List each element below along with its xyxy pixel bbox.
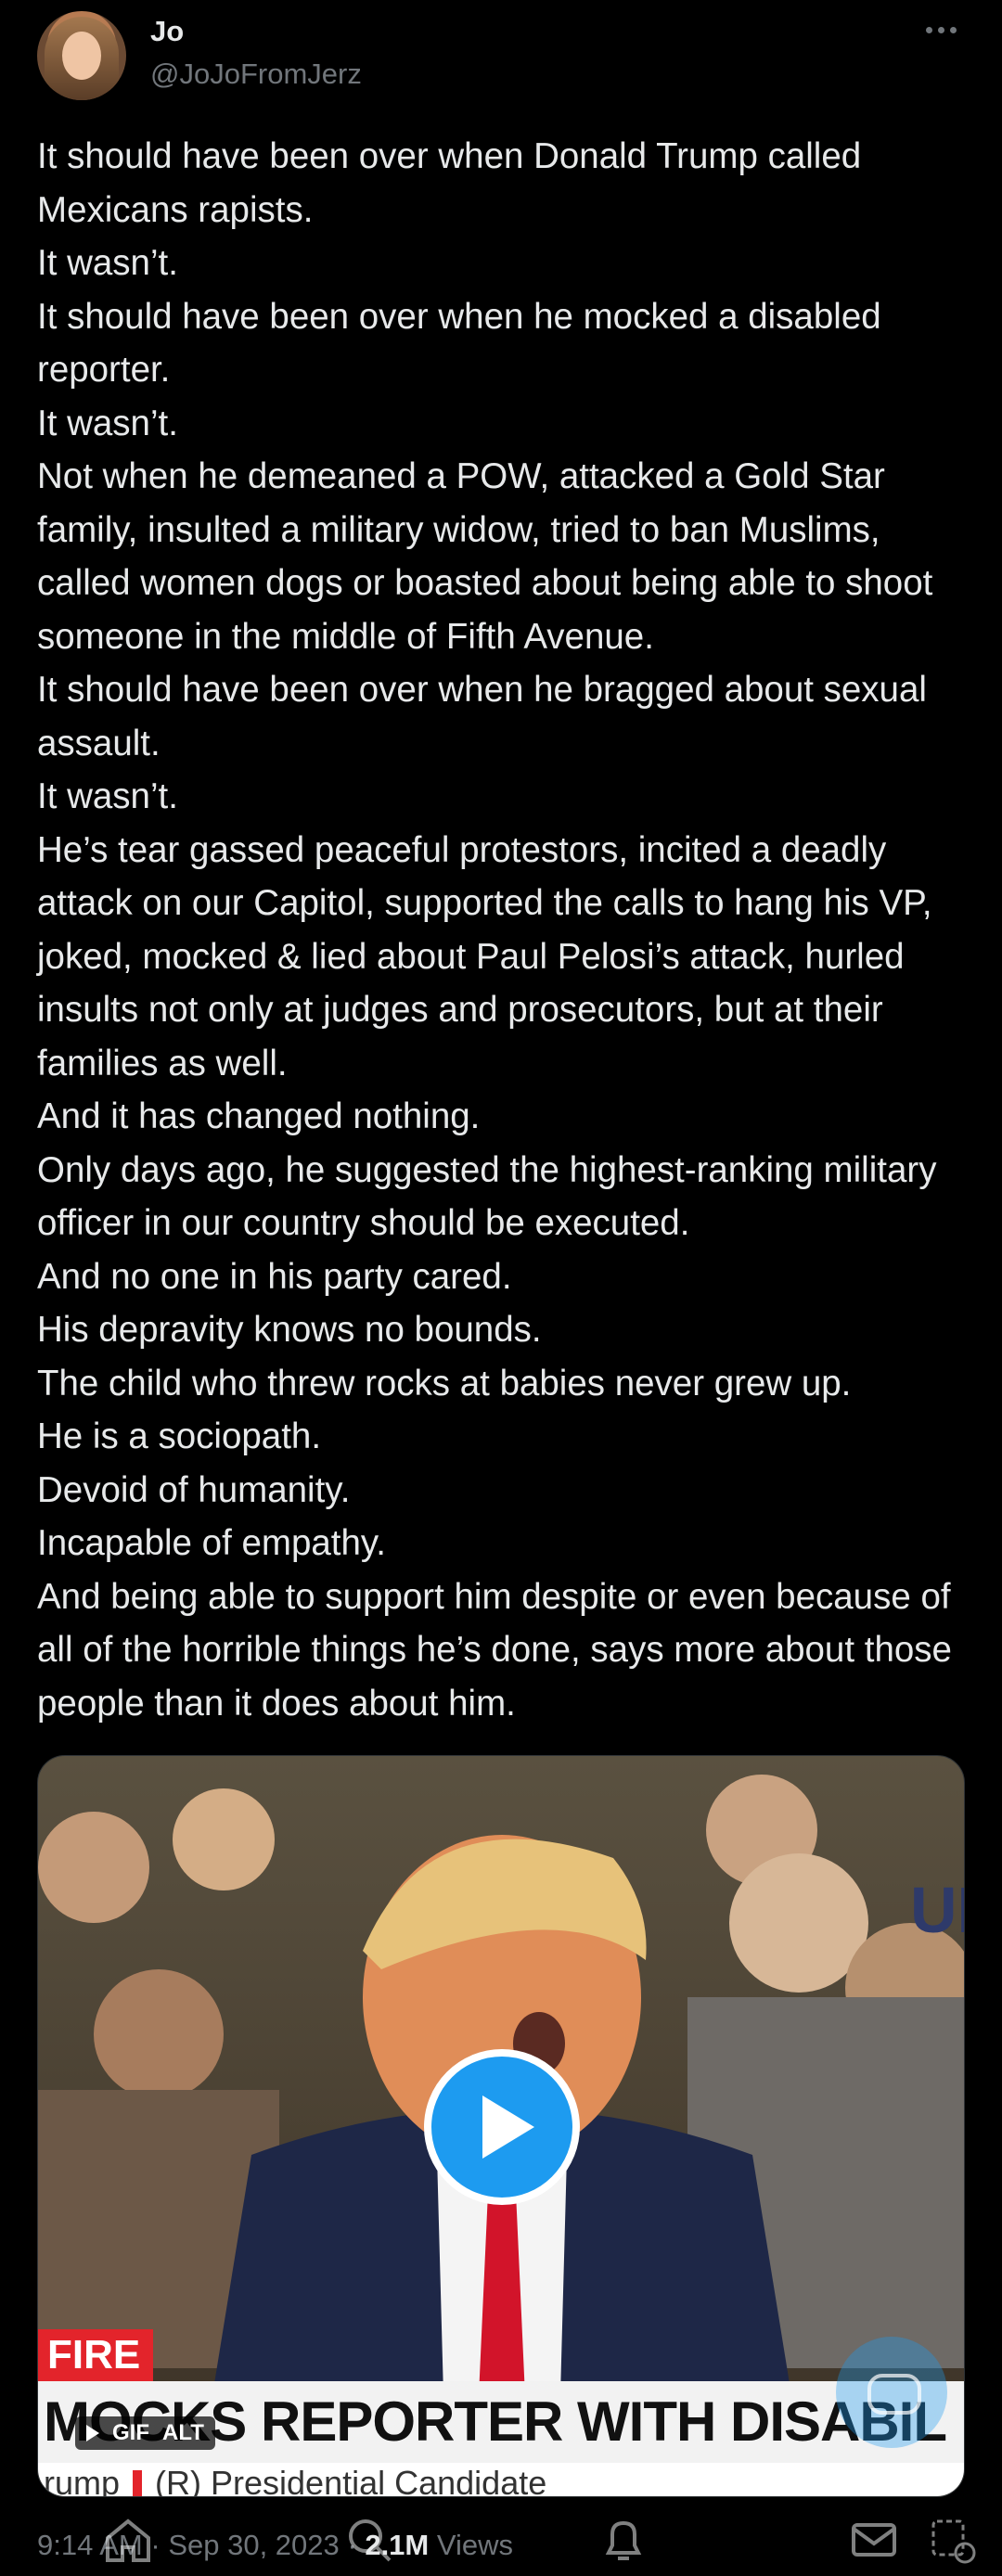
tweet-line: It wasn’t. bbox=[37, 403, 178, 443]
bottom-nav bbox=[0, 2505, 1002, 2576]
mail-icon[interactable] bbox=[846, 2512, 902, 2568]
gif-badge[interactable]: GIF ALT bbox=[75, 2416, 215, 2450]
tweet-line: The child who threw rocks at babies neve… bbox=[37, 1363, 852, 1403]
author-name[interactable]: Jo bbox=[150, 15, 184, 48]
news-subbanner: rump (R) Presidential Candidate bbox=[38, 2463, 964, 2497]
backdrop-letters: UM bbox=[910, 1874, 965, 1946]
home-icon[interactable] bbox=[100, 2512, 156, 2568]
gif-media[interactable]: UM FIRE MOCKS REPORTER WITH DISABIL rump… bbox=[37, 1755, 965, 2497]
floating-chat-button[interactable] bbox=[836, 2337, 947, 2448]
tweet-line: It should have been over when he mocked … bbox=[37, 296, 881, 391]
subbanner-left: rump bbox=[44, 2464, 121, 2497]
tweet-line: And being able to support him despite or… bbox=[37, 1576, 952, 1724]
avatar[interactable] bbox=[37, 11, 126, 100]
search-icon[interactable] bbox=[341, 2512, 397, 2568]
play-button[interactable] bbox=[424, 2049, 580, 2205]
news-fire-tag: FIRE bbox=[38, 2329, 154, 2381]
tweet-line: He’s tear gassed peaceful protestors, in… bbox=[37, 829, 932, 1083]
tweet-line: It should have been over when Donald Tru… bbox=[37, 136, 862, 230]
author-handle[interactable]: @JoJoFromJerz bbox=[150, 58, 362, 91]
tweet-header: Jo @JoJoFromJerz bbox=[0, 0, 1002, 121]
subbanner-divider bbox=[133, 2470, 143, 2496]
play-icon bbox=[86, 2425, 99, 2441]
tweet-line: Only days ago, he suggested the highest-… bbox=[37, 1149, 937, 1244]
tweet-line: It wasn’t. bbox=[37, 776, 178, 816]
tweet-line: His depravity knows no bounds. bbox=[37, 1310, 542, 1350]
avatar-face bbox=[62, 32, 101, 80]
tweet-line: Devoid of humanity. bbox=[37, 1469, 351, 1510]
play-icon bbox=[482, 2095, 534, 2159]
gif-label: GIF bbox=[112, 2420, 149, 2445]
tweet-line: Incapable of empathy. bbox=[37, 1523, 386, 1563]
tweet-text: It should have been over when Donald Tru… bbox=[37, 130, 974, 1730]
grok-icon[interactable] bbox=[924, 2512, 980, 2568]
tweet-line: And no one in his party cared. bbox=[37, 1256, 512, 1297]
alt-label[interactable]: ALT bbox=[162, 2416, 204, 2450]
tweet-line: And it has changed nothing. bbox=[37, 1096, 481, 1136]
tweet-line: It should have been over when he bragged… bbox=[37, 670, 927, 763]
more-icon[interactable] bbox=[926, 20, 963, 39]
subbanner-right: (R) Presidential Candidate bbox=[155, 2464, 547, 2497]
tweet-detail-page: Jo @JoJoFromJerz It should have been ove… bbox=[0, 0, 1002, 2576]
tweet-line: It wasn’t. bbox=[37, 243, 178, 283]
tweet-line: Not when he demeaned a POW, attacked a G… bbox=[37, 456, 933, 657]
bell-icon[interactable] bbox=[596, 2512, 651, 2568]
tweet-line: He is a sociopath. bbox=[37, 1416, 322, 1456]
